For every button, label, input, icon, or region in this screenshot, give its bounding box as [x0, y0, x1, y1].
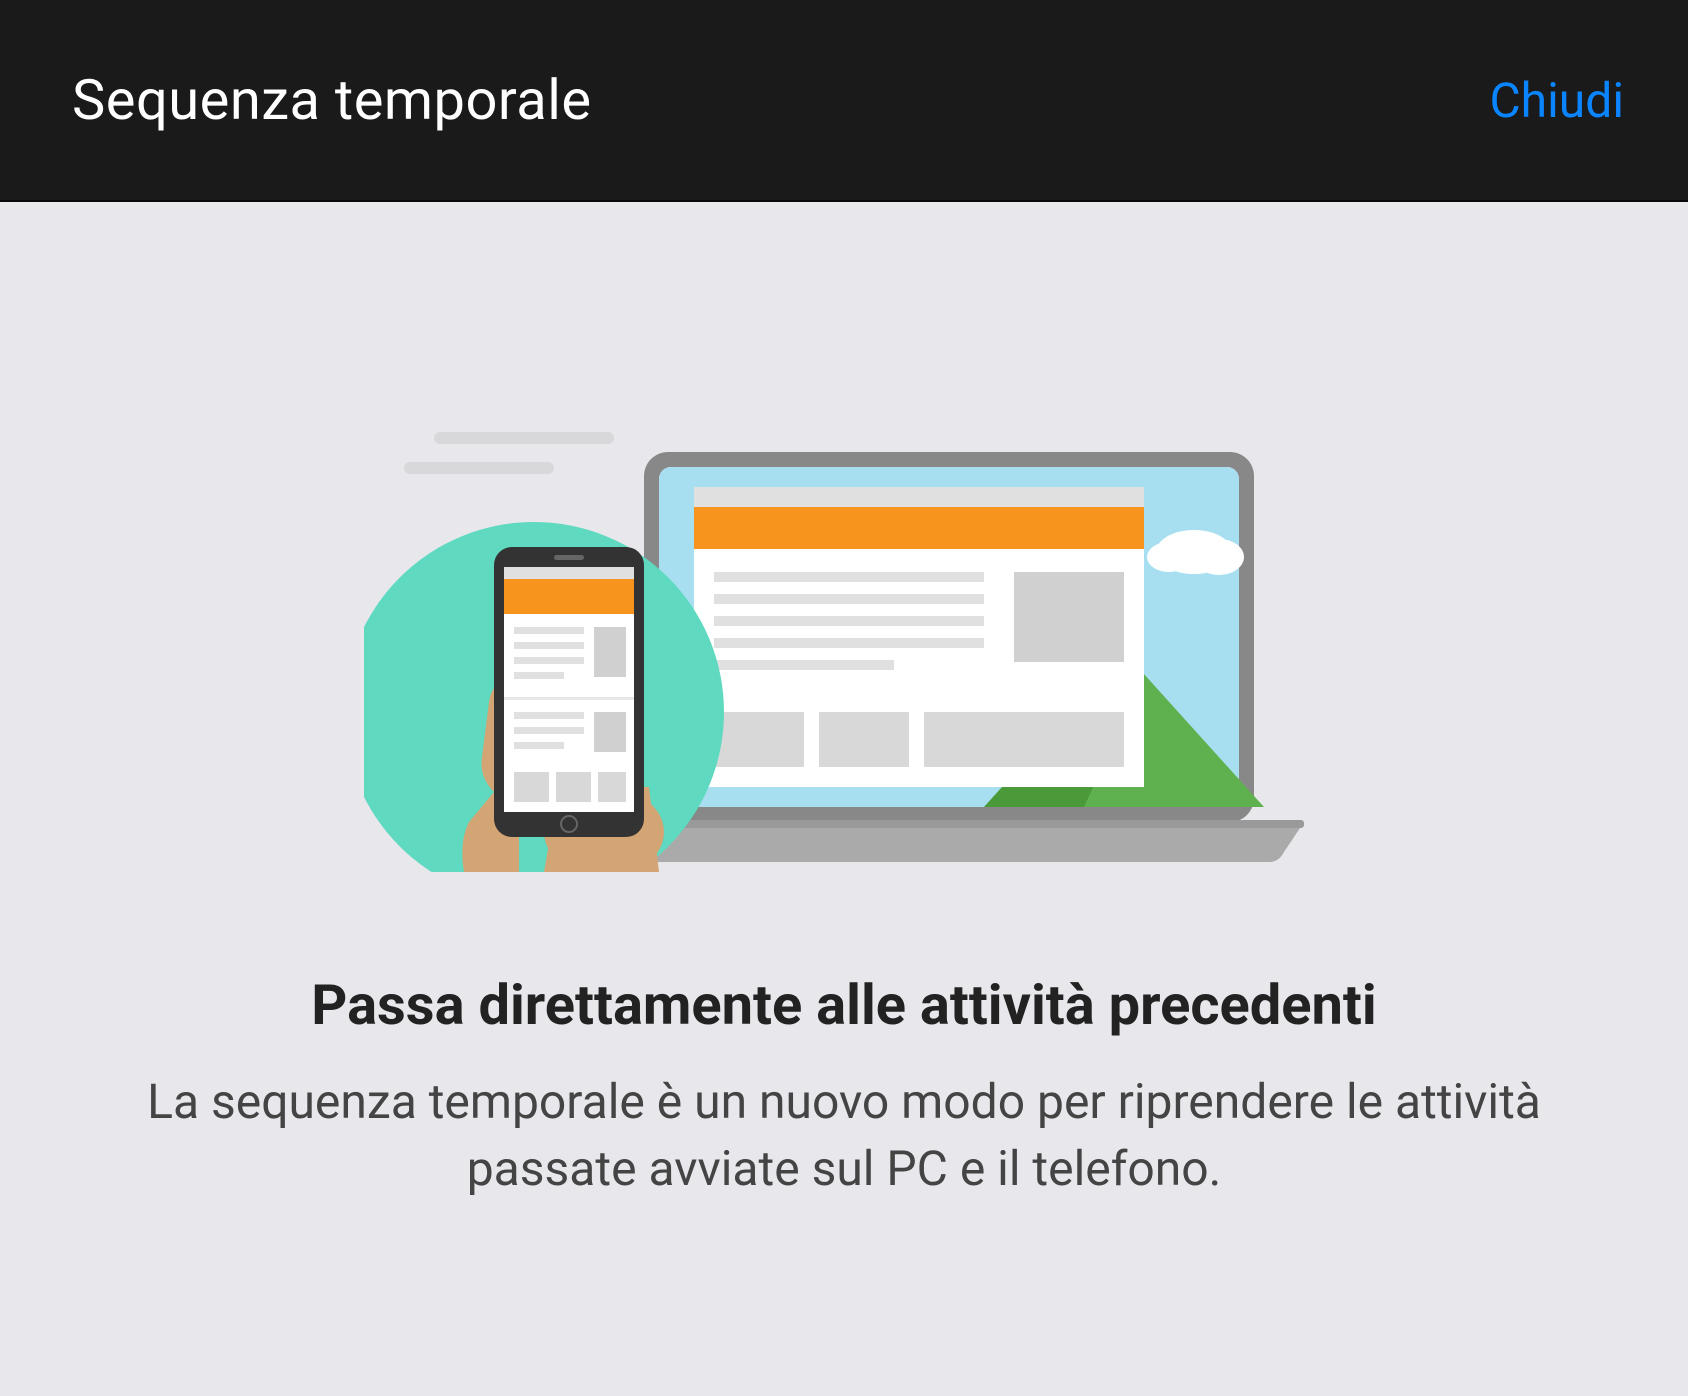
content-heading: Passa direttamente alle attività precede…	[311, 972, 1376, 1038]
header-bar: Sequenza temporale Chiudi	[0, 0, 1688, 202]
close-button[interactable]: Chiudi	[1489, 72, 1624, 129]
content-description: La sequenza temporale è un nuovo modo pe…	[144, 1068, 1544, 1202]
devices-illustration-icon	[364, 392, 1324, 872]
page-title: Sequenza temporale	[72, 67, 592, 133]
main-content: Passa direttamente alle attività precede…	[0, 202, 1688, 1202]
timeline-illustration	[364, 392, 1324, 872]
